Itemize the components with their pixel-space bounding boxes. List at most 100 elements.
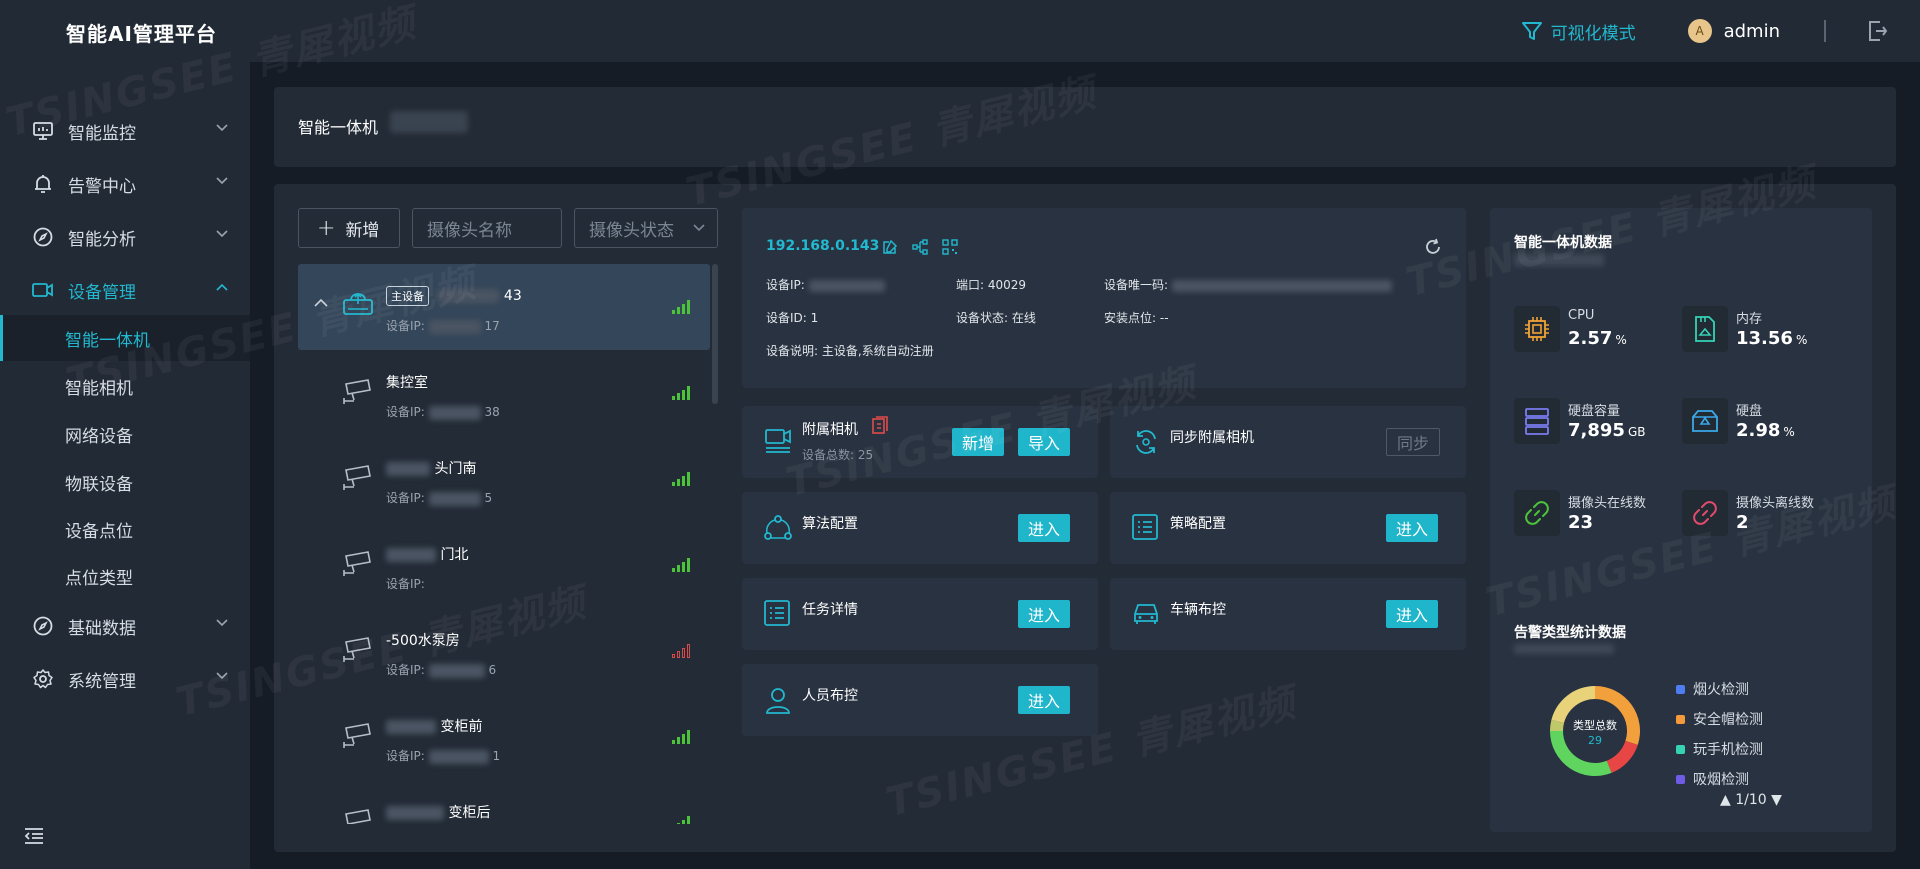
legend-item[interactable]: 吸烟检测 bbox=[1676, 764, 1763, 794]
sidebar-subitem-network-device[interactable]: 网络设备 bbox=[0, 411, 250, 457]
camera-name-input[interactable]: 摄像头名称 bbox=[412, 208, 562, 248]
edit-icon[interactable] bbox=[882, 239, 898, 255]
redacted-text bbox=[1514, 254, 1604, 266]
camera-ip-label: 设备IP: bbox=[386, 491, 425, 505]
collapse-sidebar-button[interactable] bbox=[24, 827, 44, 849]
person-enter-button[interactable]: 进入 bbox=[1018, 686, 1071, 714]
delete-icon[interactable] bbox=[870, 416, 890, 436]
camera-ip: 设备IP: 38 bbox=[386, 403, 500, 420]
attached-add-button[interactable]: 新增 bbox=[952, 428, 1005, 456]
disk-label: 硬盘 bbox=[1736, 404, 1763, 419]
legend-color bbox=[1676, 714, 1685, 724]
donut-slice-4[interactable] bbox=[1551, 686, 1595, 724]
legend-item[interactable]: 玩手机检测 bbox=[1676, 734, 1763, 764]
device-port-label: 端口: bbox=[956, 278, 985, 292]
task-detail-title: 任务详情 bbox=[802, 602, 858, 618]
device-uid-field: 设备唯一码: bbox=[1104, 276, 1392, 293]
vehicle-control-title: 车辆布控 bbox=[1170, 602, 1226, 618]
chevron-down-icon bbox=[693, 224, 705, 232]
camera-offline-label: 摄像头离线数 bbox=[1736, 496, 1815, 511]
cctv-camera-icon bbox=[343, 551, 371, 576]
camera-ip-suffix: 38 bbox=[484, 405, 500, 419]
signal-bad-icon bbox=[672, 644, 690, 658]
attached-import-button[interactable]: 导入 bbox=[1018, 428, 1071, 456]
device-ip-field: 设备IP: bbox=[766, 276, 885, 293]
donut-slice-1[interactable] bbox=[1606, 740, 1638, 773]
legend-item[interactable]: 烟火检测 bbox=[1676, 674, 1763, 704]
signal-good-icon bbox=[672, 386, 690, 400]
sidebar: 智能监控 告警中心 智能分析 设备管理 智能一体机 智能相机 网络设备 物联设备… bbox=[0, 62, 250, 869]
cpu-icon bbox=[1514, 306, 1560, 352]
camera-name-suffix: 变柜前 bbox=[440, 719, 483, 735]
task-enter-button[interactable]: 进入 bbox=[1018, 600, 1071, 628]
device-location-label: 安装点位: bbox=[1104, 311, 1157, 325]
camera-list-item[interactable]: 集控室 设备IP: 38 bbox=[298, 350, 710, 436]
sidebar-item-system[interactable]: 系统管理 bbox=[0, 654, 250, 704]
sidebar-subitem-iot-device[interactable]: 物联设备 bbox=[0, 459, 250, 505]
policy-enter-button[interactable]: 进入 bbox=[1386, 514, 1439, 542]
pager-prev-icon[interactable]: ▲ bbox=[1720, 792, 1731, 808]
refresh-icon[interactable] bbox=[1424, 238, 1442, 256]
camera-list-item[interactable]: 头门南 设备IP: 5 bbox=[298, 436, 710, 522]
donut-center-value: 29 bbox=[1588, 734, 1602, 747]
redacted-text bbox=[386, 720, 436, 734]
chevron-down-icon bbox=[216, 177, 228, 185]
algorithm-config-card: 算法配置 进入 bbox=[742, 492, 1098, 564]
legend-label: 烟火检测 bbox=[1693, 682, 1749, 698]
vehicle-enter-button[interactable]: 进入 bbox=[1386, 600, 1439, 628]
sidebar-item-analysis[interactable]: 智能分析 bbox=[0, 212, 250, 262]
qrcode-icon[interactable] bbox=[942, 239, 958, 255]
camera-device-icon bbox=[32, 279, 54, 301]
camera-list-item[interactable]: 变柜后 bbox=[298, 780, 710, 824]
pager-next-icon[interactable]: ▼ bbox=[1771, 792, 1782, 808]
logout-button[interactable] bbox=[1866, 19, 1888, 43]
sidebar-item-label: 设备管理 bbox=[68, 282, 136, 303]
camera-ip-label: 设备IP: bbox=[386, 577, 425, 591]
cctv-camera-icon bbox=[343, 465, 371, 490]
chevron-up-icon[interactable] bbox=[314, 298, 328, 308]
ai-box-icon bbox=[343, 292, 373, 315]
device-ip-label: 设备IP: bbox=[766, 278, 805, 292]
chevron-down-icon bbox=[216, 230, 228, 238]
camera-status-select[interactable]: 摄像头状态 bbox=[574, 208, 718, 248]
device-info-card: 192.168.0.143 设备IP: 端口: 40029 设备唯一码: 设备I… bbox=[742, 208, 1466, 388]
sidebar-subitem-point-type[interactable]: 点位类型 bbox=[0, 553, 250, 599]
sidebar-item-basic-data[interactable]: 基础数据 bbox=[0, 601, 250, 651]
device-desc-label: 设备说明: bbox=[766, 344, 819, 358]
sidebar-item-alarm[interactable]: 告警中心 bbox=[0, 159, 250, 209]
camera-name: 变柜前 bbox=[386, 716, 482, 736]
camera-ip-suffix: 1 bbox=[492, 749, 501, 763]
disk-capacity-label: 硬盘容量 bbox=[1568, 404, 1621, 419]
cpu-value: 2.57% bbox=[1568, 328, 1627, 349]
user-menu[interactable]: A admin bbox=[1687, 19, 1780, 43]
sidebar-item-monitor[interactable]: 智能监控 bbox=[0, 106, 250, 156]
sidebar-item-device-mgmt[interactable]: 设备管理 bbox=[0, 265, 250, 315]
list-icon bbox=[764, 600, 790, 626]
redacted-text bbox=[428, 749, 489, 764]
topology-icon[interactable] bbox=[912, 239, 928, 255]
legend-item[interactable]: 安全帽检测 bbox=[1676, 704, 1763, 734]
sidebar-subitem-ai-camera[interactable]: 智能相机 bbox=[0, 363, 250, 409]
visual-mode-button[interactable]: 可视化模式 bbox=[1521, 19, 1636, 44]
camera-list-item[interactable]: -500水泵房 设备IP: 6 bbox=[298, 608, 710, 694]
sync-button[interactable]: 同步 bbox=[1386, 428, 1441, 456]
sidebar-subitem-ai-box[interactable]: 智能一体机 bbox=[0, 315, 250, 361]
sidebar-subitem-device-point[interactable]: 设备点位 bbox=[0, 506, 250, 552]
add-camera-button[interactable]: + 新增 bbox=[298, 208, 400, 248]
donut-slice-2[interactable] bbox=[1550, 731, 1612, 776]
algorithm-icon bbox=[764, 515, 792, 540]
policy-config-card: 策略配置 进入 bbox=[1110, 492, 1466, 564]
camera-list-item[interactable]: 门北 设备IP: bbox=[298, 522, 710, 608]
camera-online-value: 23 bbox=[1568, 512, 1594, 533]
redacted-text bbox=[808, 279, 885, 292]
camera-ip-suffix: 6 bbox=[488, 663, 497, 677]
logout-icon bbox=[1869, 21, 1888, 41]
camera-list-item[interactable]: 变柜前 设备IP: 1 bbox=[298, 694, 710, 780]
cctv-camera-icon bbox=[343, 379, 371, 404]
camera-list-item-main[interactable]: 主设备 43 设备IP: 17 bbox=[298, 264, 710, 350]
camera-list-scrollbar[interactable] bbox=[712, 264, 718, 404]
camera-ip: 设备IP: 17 bbox=[386, 317, 500, 334]
redacted-text bbox=[428, 663, 485, 678]
algorithm-enter-button[interactable]: 进入 bbox=[1018, 514, 1071, 542]
page-title: 智能一体机 bbox=[298, 118, 379, 137]
